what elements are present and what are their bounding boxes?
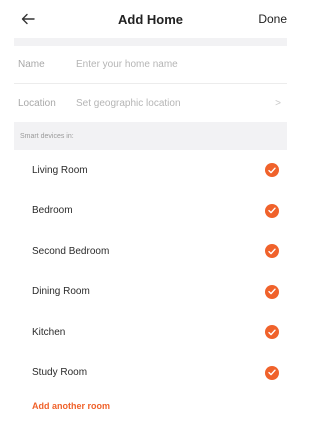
room-item-kitchen[interactable]: Kitchen — [14, 312, 287, 353]
location-row[interactable]: Location Set geographic location > — [14, 84, 287, 122]
checkmark-icon[interactable] — [265, 244, 279, 259]
room-item-bedroom[interactable]: Bedroom — [14, 191, 287, 232]
room-item-living-room[interactable]: Living Room — [14, 150, 287, 191]
room-item-dining-room[interactable]: Dining Room — [14, 272, 287, 313]
name-row: Name — [14, 46, 287, 84]
done-button[interactable]: Done — [258, 12, 287, 26]
room-item-second-bedroom[interactable]: Second Bedroom — [14, 231, 287, 272]
checkmark-icon[interactable] — [265, 325, 279, 340]
name-label: Name — [18, 59, 45, 70]
room-name: Dining Room — [32, 286, 90, 298]
room-name: Living Room — [32, 164, 88, 176]
home-name-input[interactable] — [76, 59, 283, 70]
checkmark-icon[interactable] — [265, 203, 279, 218]
room-name: Bedroom — [32, 205, 73, 217]
checkmark-icon[interactable] — [265, 365, 279, 380]
checkmark-icon[interactable] — [265, 284, 279, 299]
divider — [14, 38, 287, 46]
top-bar: Add Home Done — [0, 0, 301, 38]
chevron-right-icon: > — [275, 97, 281, 109]
back-arrow-icon[interactable] — [16, 7, 40, 31]
page-title: Add Home — [118, 11, 183, 27]
add-another-room-link[interactable]: Add another room — [14, 393, 287, 419]
room-name: Study Room — [32, 367, 88, 379]
room-name: Second Bedroom — [32, 245, 110, 257]
room-list: Living Room Bedroom Second Bedroom Dinin… — [14, 150, 287, 393]
location-value: Set geographic location — [76, 97, 181, 109]
location-label: Location — [18, 97, 56, 109]
checkmark-icon[interactable] — [265, 163, 279, 178]
room-item-study-room[interactable]: Study Room — [14, 353, 287, 394]
room-name: Kitchen — [32, 326, 66, 338]
rooms-section-header: Smart devices in: — [14, 122, 287, 150]
